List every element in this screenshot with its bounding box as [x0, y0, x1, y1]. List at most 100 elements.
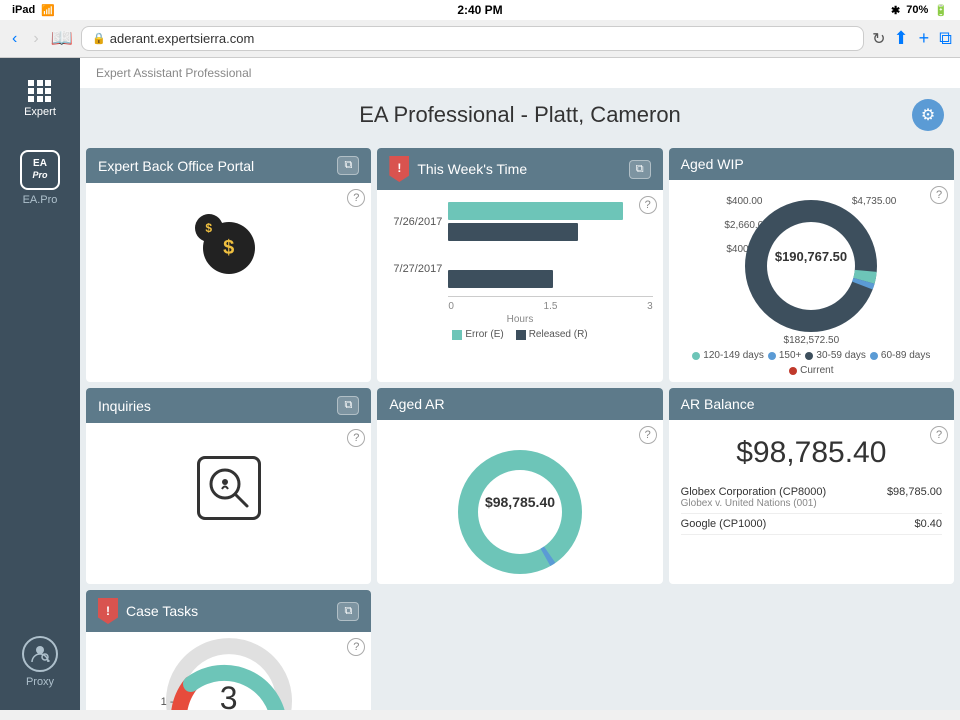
new-tab-button[interactable]: +	[919, 28, 930, 49]
alert-badge-time: !	[389, 156, 409, 182]
bluetooth-icon: ✱	[891, 4, 900, 17]
widget-header-left-case: ! Case Tasks	[98, 598, 198, 624]
ar-balance-total: $98,785.40	[681, 436, 942, 470]
widget-title-aged-ar: Aged AR	[389, 396, 444, 412]
aged-ar-donut-wrapper: $98,785.40	[440, 432, 600, 572]
ar-client-1: Globex Corporation (CP8000) Globex v. Un…	[681, 486, 827, 509]
bar-group-2	[448, 249, 652, 288]
reload-button[interactable]: ↻	[872, 29, 885, 49]
battery-percent: 70%	[906, 4, 928, 16]
widget-header-aged-ar: Aged AR	[377, 388, 662, 420]
widget-header-left-time: ! This Week's Time	[389, 156, 527, 182]
status-bar: iPad 📶 2:40 PM ✱ 70% 🔋	[0, 0, 960, 20]
widget-body-aged-ar: ? $98,785.40	[377, 420, 662, 584]
ar-client-name-1: Globex Corporation (CP8000)	[681, 486, 827, 498]
legend-dot-error	[452, 330, 462, 340]
browser-chrome: ‹ › 📖 🔒 aderant.expertsierra.com ↻ ⬆ + ⧉	[0, 20, 960, 58]
address-bar[interactable]: 🔒 aderant.expertsierra.com	[81, 26, 864, 51]
widget-header-ar-balance: AR Balance	[669, 388, 954, 420]
wip-donut-container: $400.00 $2,660.00 $400.00 $4,735.00	[675, 186, 948, 376]
top-bar: Expert Assistant Professional	[80, 58, 960, 88]
ar-row-2: Google (CP1000) $0.40	[681, 514, 942, 535]
chart-row-2: 7/27/2017	[387, 249, 652, 288]
inquiries-icon	[197, 456, 261, 520]
back-button[interactable]: ‹	[8, 28, 21, 50]
ar-amount-1: $98,785.00	[887, 486, 942, 509]
share-button[interactable]: ⬆	[894, 28, 909, 49]
axis-unit: Hours	[387, 314, 652, 325]
wip-legend-30: 30-59 days	[805, 350, 865, 361]
help-button-inquiries[interactable]: ?	[347, 429, 365, 447]
tabs-button[interactable]: ⧉	[939, 28, 952, 49]
ar-table: Globex Corporation (CP8000) Globex v. Un…	[681, 482, 942, 535]
bottom-row: ! Case Tasks ⧉ ?	[80, 590, 960, 710]
widget-body-time: ? 7/26/2017 7/27/2017	[377, 190, 662, 352]
widget-header-inquiries: Inquiries ⧉	[86, 388, 371, 423]
sidebar: Expert EAPro EA.Pro Proxy	[0, 58, 80, 710]
copy-button-time[interactable]: ⧉	[629, 160, 651, 179]
help-button-aged-ar[interactable]: ?	[639, 426, 657, 444]
app-container: Expert EAPro EA.Pro Proxy Expert	[0, 58, 960, 710]
widget-case-tasks: ! Case Tasks ⧉ ?	[86, 590, 371, 710]
widget-body-ar-balance: ? $98,785.40 Globex Corporation (CP8000)…	[669, 420, 954, 550]
chart-label-2: 7/27/2017	[387, 263, 442, 275]
wifi-icon: 📶	[41, 4, 55, 17]
browser-actions: ⬆ + ⧉	[894, 28, 952, 49]
help-button-ar-balance[interactable]: ?	[930, 426, 948, 444]
alert-icon-time: !	[397, 161, 401, 175]
widget-title-inquiries: Inquiries	[98, 398, 151, 414]
proxy-icon	[29, 643, 51, 665]
wip-donut-wrapper: $400.00 $2,660.00 $400.00 $4,735.00	[726, 186, 896, 346]
widget-title-bop: Expert Back Office Portal	[98, 158, 254, 174]
axis-label-2: 3	[647, 301, 653, 312]
widget-header-wip: Aged WIP	[669, 148, 954, 180]
copy-button-inquiries[interactable]: ⧉	[337, 396, 359, 415]
bookmarks-button[interactable]: 📖	[51, 28, 73, 49]
axis-label-1: 1.5	[544, 301, 558, 312]
ar-client-sub-1: Globex v. United Nations (001)	[681, 498, 827, 509]
lock-icon: 🔒	[92, 32, 106, 45]
url-text: aderant.expertsierra.com	[110, 31, 255, 46]
help-button-time[interactable]: ?	[639, 196, 657, 214]
bar-group-1	[448, 202, 652, 241]
copy-button-bop[interactable]: ⧉	[337, 156, 359, 175]
help-button-wip[interactable]: ?	[930, 186, 948, 204]
sidebar-label-ea-pro: EA.Pro	[23, 194, 58, 206]
legend-label-error: Error (E)	[465, 329, 503, 340]
sidebar-item-ea-pro[interactable]: EAPro EA.Pro	[0, 138, 80, 218]
help-button-bop[interactable]: ?	[347, 189, 365, 207]
chart-legend: Error (E) Released (R)	[387, 329, 652, 340]
gear-icon: ⚙	[921, 105, 935, 125]
sidebar-label-expert: Expert	[24, 106, 56, 118]
battery-icon: 🔋	[934, 4, 948, 17]
bar-teal-1	[448, 202, 652, 220]
ea-pro-icon: EAPro	[20, 150, 60, 190]
settings-button[interactable]: ⚙	[912, 99, 944, 131]
chart-label-1: 7/26/2017	[387, 216, 442, 228]
sidebar-label-proxy: Proxy	[26, 676, 54, 688]
help-button-case[interactable]: ?	[347, 638, 365, 656]
widget-header-time: ! This Week's Time ⧉	[377, 148, 662, 190]
time-chart: 7/26/2017 7/27/2017	[387, 198, 652, 344]
breadcrumb: Expert Assistant Professional	[96, 66, 251, 80]
aged-ar-center: $98,785.40	[485, 494, 555, 510]
inquiries-svg	[205, 464, 253, 512]
bar-dark-2	[448, 270, 652, 288]
ar-row-1: Globex Corporation (CP8000) Globex v. Un…	[681, 482, 942, 514]
axis-label-0: 0	[448, 301, 454, 312]
wip-legend-current: Current	[789, 365, 833, 376]
chart-axis: 0 1.5 3	[387, 301, 652, 312]
sidebar-item-expert[interactable]: Expert	[0, 68, 80, 130]
widget-title-time: This Week's Time	[417, 161, 527, 177]
legend-error: Error (E)	[452, 329, 503, 340]
proxy-avatar	[22, 636, 58, 672]
ar-client-2: Google (CP1000)	[681, 518, 767, 530]
widget-inquiries: Inquiries ⧉ ?	[86, 388, 371, 584]
page-title: EA Professional - Platt, Cameron	[96, 102, 944, 128]
widget-this-weeks-time: ! This Week's Time ⧉ ? 7/26/2017	[377, 148, 662, 382]
copy-button-case[interactable]: ⧉	[337, 602, 359, 621]
forward-button[interactable]: ›	[29, 28, 42, 50]
status-right: ✱ 70% 🔋	[891, 4, 948, 17]
sidebar-item-proxy[interactable]: Proxy	[0, 624, 80, 700]
widget-title-wip: Aged WIP	[681, 156, 744, 172]
